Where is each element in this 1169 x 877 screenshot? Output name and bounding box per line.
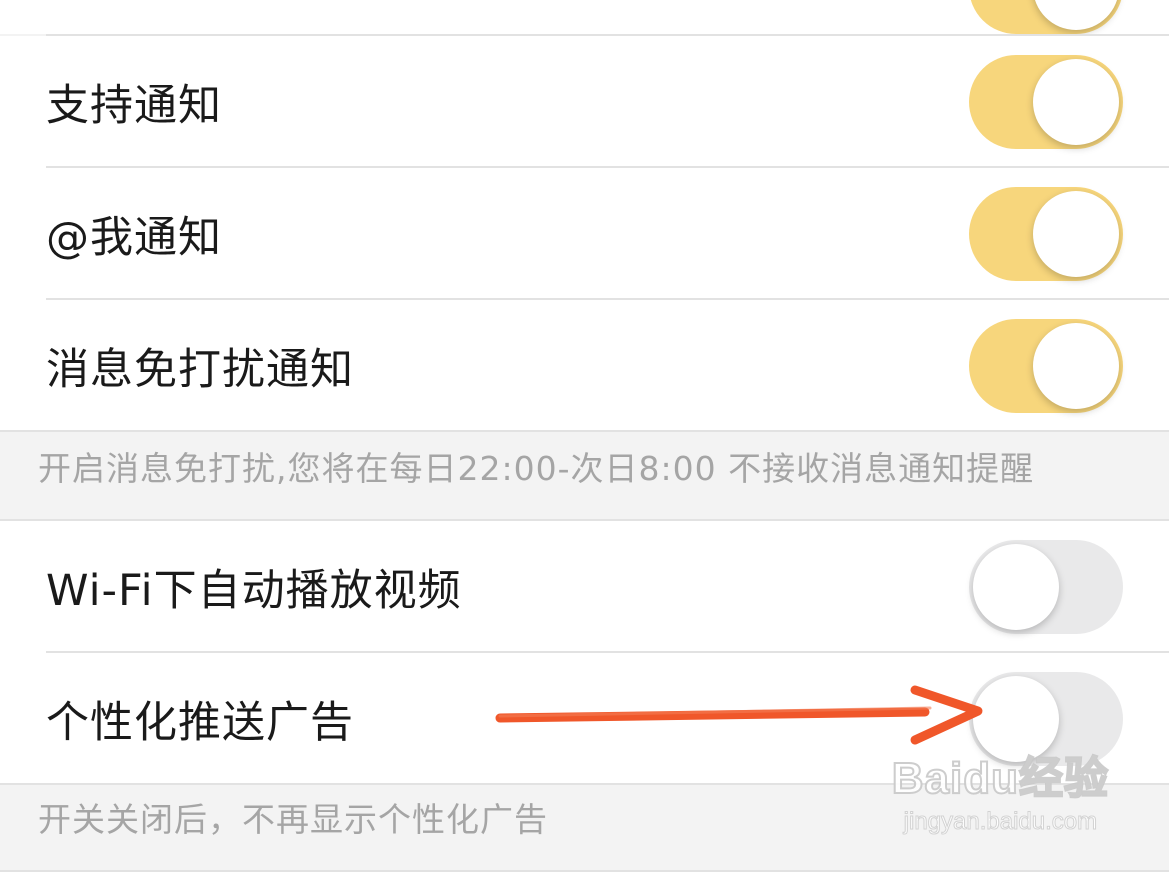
setting-label: @我通知 <box>46 213 222 263</box>
settings-page: 支持通知 @我通知 消息免打扰通知 开启消息免打扰,您将在每日22:00-次日8… <box>0 0 1169 877</box>
wifi-autoplay-toggle[interactable] <box>969 540 1123 634</box>
setting-label: 个性化推送广告 <box>46 698 354 748</box>
section-divider <box>0 430 1169 432</box>
mention-notify-toggle[interactable] <box>969 187 1123 281</box>
baidu-watermark: Baidu经验 jingyan.baidu.com <box>891 742 1109 836</box>
watermark-url: jingyan.baidu.com <box>903 808 1098 836</box>
toggle-knob <box>1033 0 1119 30</box>
settings-group-top <box>0 0 1169 34</box>
toggle-knob <box>1033 191 1119 277</box>
dnd-footnote: 开启消息免打扰,您将在每日22:00-次日8:00 不接收消息通知提醒 <box>38 449 1035 488</box>
watermark-logo: Baidu经验 <box>891 753 1109 804</box>
support-notify-toggle[interactable] <box>969 55 1123 149</box>
toggle-knob <box>1033 59 1119 145</box>
setting-label: Wi-Fi下自动播放视频 <box>46 566 462 616</box>
setting-label: 支持通知 <box>46 81 222 131</box>
setting-row-wifi-autoplay[interactable]: Wi-Fi下自动播放视频 <box>0 521 1169 653</box>
settings-group-bottom <box>0 872 1169 877</box>
toggle-knob <box>973 544 1059 630</box>
setting-row-mention-notify[interactable]: @我通知 <box>0 168 1169 300</box>
dnd-notify-toggle[interactable] <box>969 319 1123 413</box>
setting-label: 消息免打扰通知 <box>46 345 354 395</box>
setting-row-support-notify[interactable]: 支持通知 <box>0 36 1169 168</box>
setting-row-dnd-notify[interactable]: 消息免打扰通知 <box>0 300 1169 432</box>
partial-toggle[interactable] <box>969 0 1123 34</box>
ads-footnote: 开关关闭后，不再显示个性化广告 <box>38 800 548 839</box>
toggle-knob <box>1033 323 1119 409</box>
